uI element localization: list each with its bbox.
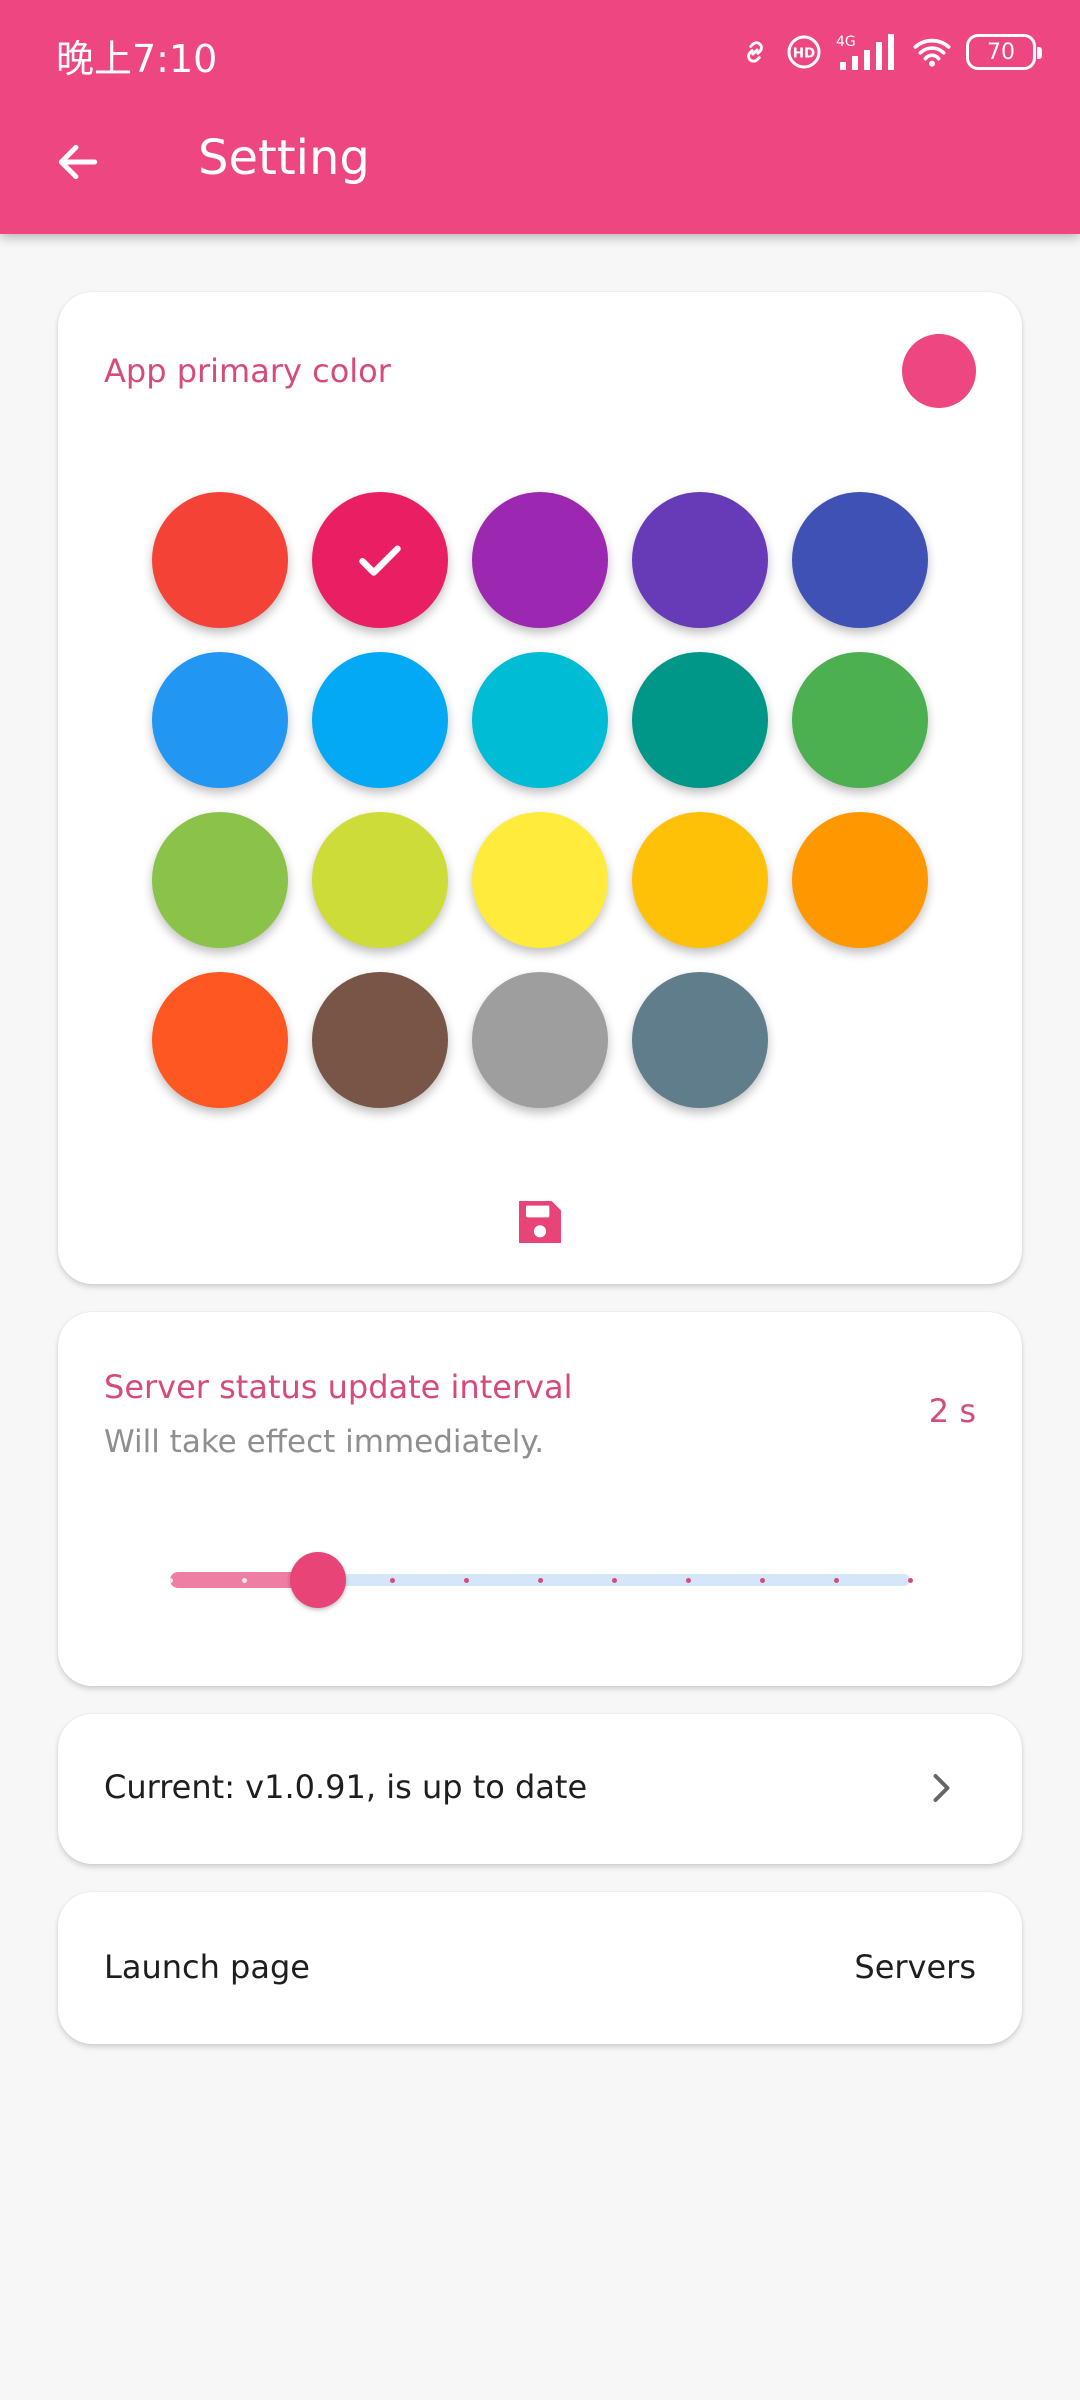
update-interval-value: 2 s [928,1392,976,1430]
primary-color-title: App primary color [104,352,391,390]
color-swatch[interactable] [152,652,288,788]
interval-slider[interactable] [167,1552,913,1608]
color-swatch[interactable] [152,812,288,948]
color-swatch[interactable] [472,652,608,788]
color-swatch[interactable] [472,812,608,948]
update-interval-subtitle: Will take effect immediately. [104,1424,545,1460]
back-button[interactable] [40,124,116,200]
color-swatch[interactable] [632,812,768,948]
status-time: 晚上7:10 [56,37,218,81]
version-card[interactable]: Current: v1.0.91, is up to date [58,1714,1022,1864]
version-text: Current: v1.0.91, is up to date [104,1768,588,1806]
signal-4g-icon: 4G [836,32,898,72]
slider-tick [167,1578,173,1583]
slider-tick [463,1578,469,1583]
slider-tick [241,1578,247,1583]
color-swatch[interactable] [152,492,288,628]
check-icon [359,545,401,576]
color-swatch[interactable] [472,972,608,1108]
launch-page-label: Launch page [104,1948,310,1986]
slider-tick [611,1578,617,1583]
launch-page-card[interactable]: Launch page Servers [58,1892,1022,2044]
wifi-icon [912,35,952,69]
color-swatch[interactable] [312,652,448,788]
slider-thumb[interactable] [290,1552,346,1608]
color-swatch[interactable] [312,972,448,1108]
hd-icon: HD [786,34,822,70]
launch-page-value[interactable]: Servers [854,1948,976,1986]
save-icon [519,1201,561,1243]
color-swatch[interactable] [792,812,928,948]
app-bar-container: 晚上7:10 HD 4G 70 Setting [0,0,1080,234]
link-icon [738,35,772,69]
svg-text:HD: HD [793,45,816,61]
slider-tick [759,1578,765,1583]
chevron-right-icon [920,1768,960,1808]
color-swatch[interactable] [792,492,928,628]
color-swatch[interactable] [312,492,448,628]
update-interval-card: Server status update interval Will take … [58,1312,1022,1686]
status-bar: 晚上7:10 HD 4G 70 [0,0,1080,104]
color-swatch[interactable] [312,812,448,948]
slider-tick [537,1578,543,1583]
color-swatch[interactable] [632,492,768,628]
color-swatch[interactable] [632,652,768,788]
slider-tick [685,1578,691,1583]
status-icons: HD 4G 70 [738,28,1042,76]
svg-text:4G: 4G [836,34,856,50]
app-bar: Setting [0,104,1080,234]
save-button[interactable] [510,1192,570,1252]
page-title: Setting [198,130,370,186]
color-swatch[interactable] [632,972,768,1108]
update-interval-title: Server status update interval [104,1368,573,1406]
color-swatch[interactable] [792,652,928,788]
slider-tick [389,1578,395,1583]
primary-color-card: App primary color [58,292,1022,1284]
color-swatch[interactable] [152,972,288,1108]
arrow-left-icon [58,144,98,180]
slider-tick [907,1578,913,1583]
color-swatch[interactable] [472,492,608,628]
current-color-indicator[interactable] [902,334,976,408]
slider-tick [833,1578,839,1583]
battery-icon: 70 [966,34,1042,70]
